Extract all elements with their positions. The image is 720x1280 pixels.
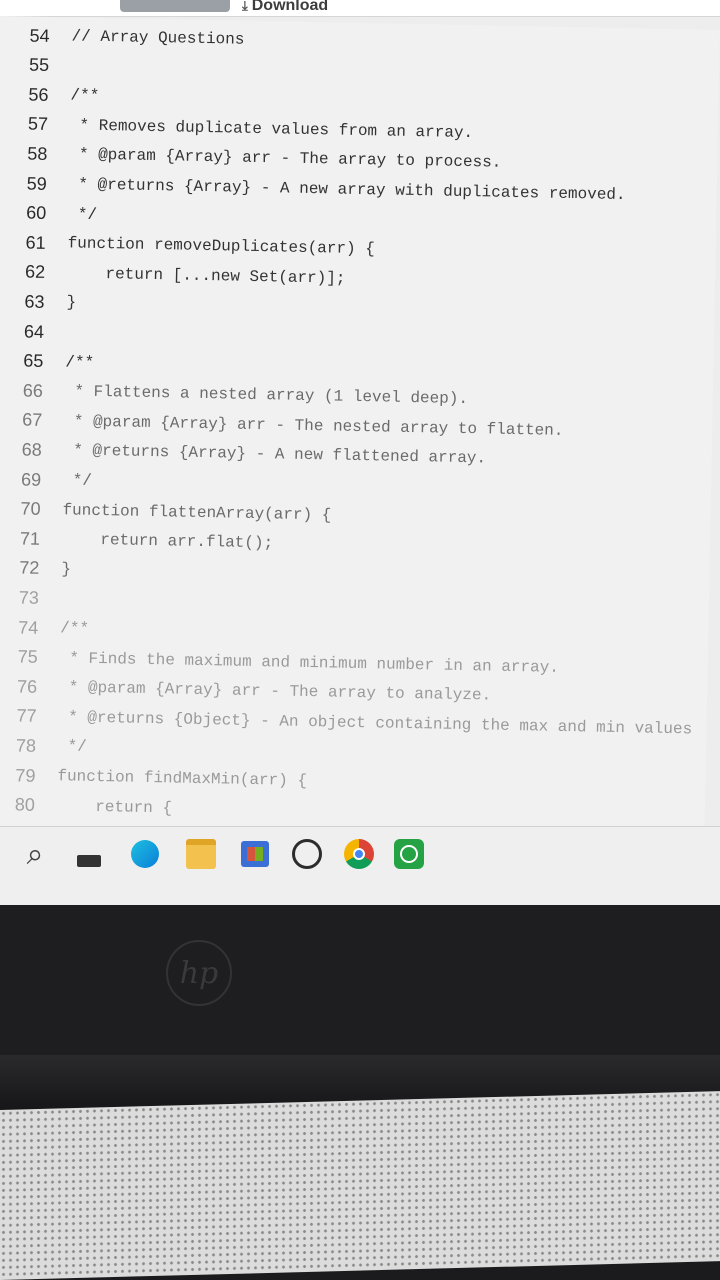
line-number: 60 bbox=[26, 202, 47, 224]
line-number: 56 bbox=[28, 84, 49, 105]
line-number: 59 bbox=[26, 173, 48, 194]
line-number: 74 bbox=[18, 616, 39, 638]
browser-toolbar: ⤓ Download bbox=[0, 0, 720, 17]
file-explorer-icon[interactable] bbox=[184, 837, 218, 871]
code-text[interactable]: /** bbox=[65, 353, 94, 372]
line-number: 71 bbox=[19, 528, 41, 549]
code-text[interactable]: function removeDuplicates(arr) { bbox=[67, 235, 375, 259]
line-number: 73 bbox=[18, 587, 40, 608]
line-number: 70 bbox=[20, 498, 41, 519]
store-icon[interactable] bbox=[238, 837, 272, 871]
download-button[interactable]: ⤓ Download bbox=[242, 0, 328, 16]
code-text[interactable]: return arr.flat(); bbox=[62, 530, 273, 552]
code-text[interactable]: /** bbox=[70, 87, 99, 106]
line-number: 62 bbox=[24, 261, 46, 283]
code-text[interactable]: * @returns {Array} - A new flattened arr… bbox=[63, 442, 486, 468]
toolbar-button[interactable] bbox=[120, 0, 230, 12]
code-text[interactable]: /** bbox=[60, 619, 89, 638]
code-text[interactable]: * @param {Array} arr - The array to proc… bbox=[69, 146, 502, 172]
line-number: 58 bbox=[27, 143, 48, 164]
keyboard-speaker-grille bbox=[0, 1091, 720, 1280]
line-number: 68 bbox=[21, 439, 42, 460]
code-text[interactable]: function findMaxMin(arr) { bbox=[57, 767, 307, 790]
widgets-icon[interactable] bbox=[72, 837, 106, 871]
code-text[interactable]: */ bbox=[63, 471, 93, 489]
line-number: 72 bbox=[19, 557, 40, 579]
code-text[interactable]: * Finds the maximum and minimum number i… bbox=[60, 649, 559, 676]
whatsapp-icon[interactable] bbox=[290, 837, 324, 871]
line-number: 80 bbox=[14, 794, 36, 815]
code-text[interactable]: */ bbox=[58, 738, 87, 756]
line-number: 61 bbox=[25, 232, 46, 253]
line-number: 69 bbox=[20, 468, 42, 490]
line-number: 64 bbox=[23, 321, 45, 342]
code-editor[interactable]: 54 // Array Questions 55 56 /** 57 * Removes … bbox=[0, 16, 720, 840]
line-number: 78 bbox=[15, 735, 37, 756]
laptop-screen: ⤓ Download 54 // Array Questions 55 56 /** 57… bbox=[0, 0, 720, 905]
line-number: 54 bbox=[29, 25, 50, 46]
code-text[interactable]: */ bbox=[68, 205, 98, 223]
search-icon[interactable]: ⌕ bbox=[18, 837, 52, 872]
line-number: 66 bbox=[22, 380, 44, 401]
download-label: Download bbox=[251, 0, 329, 14]
whatsapp-business-icon[interactable] bbox=[392, 837, 426, 871]
line-number: 76 bbox=[16, 676, 38, 697]
edge-icon[interactable] bbox=[128, 837, 162, 871]
line-number: 57 bbox=[27, 113, 49, 135]
code-text[interactable]: * @param {Array} arr - The nested array … bbox=[64, 412, 564, 439]
line-number: 75 bbox=[17, 646, 38, 667]
line-number: 67 bbox=[22, 409, 43, 431]
line-number: 55 bbox=[28, 54, 50, 76]
code-text[interactable]: * @param {Array} arr - The array to anal… bbox=[59, 678, 492, 705]
code-text[interactable]: // Array Questions bbox=[71, 27, 244, 48]
line-number: 65 bbox=[23, 350, 44, 371]
line-number: 63 bbox=[24, 291, 45, 312]
chrome-icon[interactable] bbox=[342, 837, 376, 871]
code-text[interactable]: return { bbox=[57, 797, 172, 817]
code-text[interactable]: } bbox=[61, 560, 71, 578]
code-text[interactable]: return [...new Set(arr)]; bbox=[67, 264, 346, 288]
line-number: 79 bbox=[15, 764, 36, 786]
laptop-bezel bbox=[0, 905, 720, 1055]
code-text[interactable]: * Flattens a nested array (1 level deep)… bbox=[65, 383, 469, 409]
code-text[interactable]: function flattenArray(arr) { bbox=[62, 501, 331, 524]
taskbar: ⌕ bbox=[0, 826, 720, 905]
line-number: 77 bbox=[16, 705, 37, 727]
hp-logo: hp bbox=[166, 940, 232, 1006]
download-icon: ⤓ bbox=[242, 0, 248, 13]
code-text[interactable]: * Removes duplicate values from an array… bbox=[70, 116, 473, 142]
code-text[interactable]: } bbox=[66, 294, 76, 312]
